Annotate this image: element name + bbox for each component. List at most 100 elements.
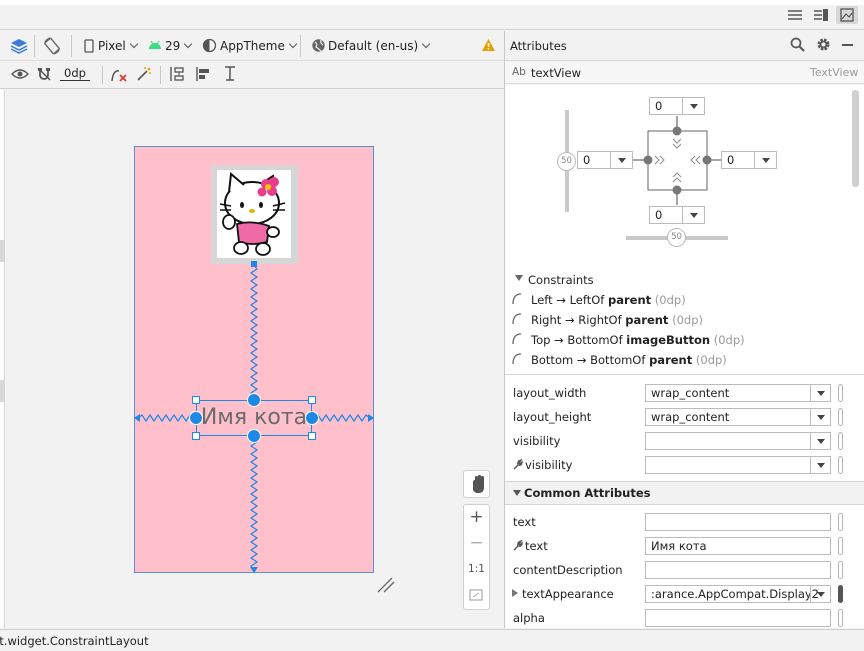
bottom-constraint-spring — [249, 437, 259, 571]
chevron-down-icon[interactable] — [610, 152, 632, 168]
resource-picker-button[interactable] — [838, 384, 843, 402]
tools-visibility-combo[interactable] — [645, 456, 831, 474]
gear-icon[interactable] — [816, 37, 831, 52]
zoom-in-button[interactable]: + — [463, 507, 490, 527]
theme-selector[interactable]: AppTheme — [220, 39, 298, 53]
design-view-icon[interactable] — [836, 6, 858, 24]
text-field[interactable] — [645, 513, 831, 531]
top-margin-value: 0 — [655, 99, 663, 113]
left-margin-value: 0 — [583, 153, 591, 167]
chevron-down-icon[interactable] — [682, 98, 704, 114]
constraint-icon — [512, 293, 522, 305]
resource-picker-button[interactable] — [838, 432, 843, 450]
resource-picker-button[interactable] — [838, 456, 843, 474]
common-attributes-collapse-icon[interactable] — [513, 490, 521, 496]
resource-picker-button[interactable] — [838, 513, 843, 531]
constraint-text: Bottom → BottomOf — [531, 353, 650, 367]
resource-picker-button[interactable] — [838, 537, 843, 555]
orientation-icon[interactable] — [42, 36, 62, 56]
device-selector[interactable]: Pixel — [98, 39, 139, 53]
text-appearance-combo[interactable]: :arance.AppCompat.Display2 — [645, 585, 831, 603]
component-type-icon: Ab — [512, 66, 526, 78]
horizontal-bias-knob[interactable]: 50 — [667, 228, 686, 247]
zoom-reset-button[interactable]: 1:1 — [463, 563, 490, 575]
clear-constraints-icon[interactable] — [110, 67, 128, 83]
toolbar-divider — [71, 35, 72, 57]
chevron-down-icon[interactable] — [682, 207, 704, 223]
search-icon[interactable] — [790, 37, 805, 52]
constraint-target: imageButton — [626, 333, 711, 347]
constraint-target: parent — [607, 293, 652, 307]
canvas-resize-grip-icon[interactable] — [376, 576, 396, 594]
vertical-bias-value: 50 — [561, 156, 572, 166]
anchor-left[interactable] — [189, 411, 203, 425]
minimize-icon[interactable] — [842, 44, 853, 46]
resize-handle-top-left[interactable] — [192, 396, 200, 404]
default-margin-field[interactable]: 0dp — [60, 66, 90, 81]
infer-constraints-icon[interactable] — [136, 66, 152, 82]
view-options-eye-icon[interactable] — [11, 68, 29, 80]
constraint-target: parent — [649, 353, 693, 367]
resize-handle-bottom-left[interactable] — [192, 432, 200, 440]
guidelines-icon[interactable] — [222, 66, 238, 82]
attributes-title: Attributes — [510, 39, 567, 53]
pan-button[interactable] — [463, 470, 490, 498]
attr-row-text-appearance: textAppearance :arance.AppCompat.Display… — [505, 582, 864, 606]
component-tree-path[interactable]: ut.widget.ConstraintLayout — [0, 634, 149, 648]
chevron-down-icon[interactable] — [810, 385, 830, 401]
visibility-combo[interactable] — [645, 432, 831, 450]
anchor-top[interactable] — [247, 393, 261, 407]
locale-selector[interactable]: Default (en-us) — [328, 39, 431, 53]
zoom-out-button[interactable]: − — [463, 533, 490, 553]
resource-picker-button[interactable] — [838, 585, 843, 603]
autoconnect-off-icon[interactable] — [36, 66, 52, 82]
right-margin-field[interactable]: 0 — [721, 151, 777, 169]
warning-icon[interactable] — [481, 38, 496, 52]
expand-icon[interactable] — [512, 589, 518, 597]
chevron-down-icon[interactable] — [810, 433, 830, 449]
layers-icon[interactable] — [10, 37, 28, 55]
align-icon[interactable] — [195, 66, 211, 82]
resource-picker-button[interactable] — [838, 561, 843, 579]
api-level-label: 29 — [165, 39, 181, 53]
left-constraint-arrow — [134, 414, 140, 422]
left-constraint-spring — [137, 413, 195, 423]
pack-icon[interactable] — [169, 66, 185, 82]
top-margin-field[interactable]: 0 — [649, 97, 705, 115]
constraint-icon — [512, 313, 522, 325]
resize-handle-top-right[interactable] — [308, 396, 316, 404]
globe-icon — [311, 38, 326, 53]
chevron-down-icon[interactable] — [810, 457, 830, 473]
content-description-field[interactable] — [645, 561, 831, 579]
vertical-bias-knob[interactable]: 50 — [557, 152, 576, 171]
tools-text-field[interactable]: Имя кота — [645, 537, 831, 555]
api-level-selector[interactable]: 29 — [165, 39, 193, 53]
split-view-icon[interactable] — [814, 9, 828, 21]
bottom-margin-field[interactable]: 0 — [649, 206, 705, 224]
anchor-right[interactable] — [305, 411, 319, 425]
resize-handle-bottom-right[interactable] — [308, 432, 316, 440]
constraint-item[interactable]: Left → LeftOf parent (0dp) — [531, 293, 686, 307]
chevron-down-icon[interactable] — [810, 409, 830, 425]
anchor-bottom[interactable] — [247, 429, 261, 443]
zoom-to-fit-icon[interactable] — [469, 589, 483, 601]
layout-width-combo[interactable]: wrap_content — [645, 384, 831, 402]
layout-height-combo[interactable]: wrap_content — [645, 408, 831, 426]
left-margin-field[interactable]: 0 — [577, 151, 633, 169]
constraint-text: Left → LeftOf — [531, 293, 608, 307]
constraint-item[interactable]: Top → BottomOf imageButton (0dp) — [531, 333, 745, 347]
chevron-down-icon[interactable] — [810, 586, 830, 602]
constraints-collapse-icon[interactable] — [515, 275, 523, 281]
hello-kitty-image — [219, 172, 286, 256]
code-view-icon[interactable] — [788, 9, 802, 21]
hand-icon — [473, 475, 484, 493]
constraint-item[interactable]: Right → RightOf parent (0dp) — [531, 313, 703, 327]
chevron-down-icon[interactable] — [754, 152, 776, 168]
bottom-margin-value: 0 — [655, 208, 663, 222]
attr-row-alpha: alpha — [505, 606, 864, 630]
attributes-scrollbar[interactable] — [852, 90, 859, 187]
alpha-field[interactable] — [645, 609, 831, 627]
resource-picker-button[interactable] — [838, 408, 843, 426]
resource-picker-button[interactable] — [838, 609, 843, 627]
constraint-item[interactable]: Bottom → BottomOf parent (0dp) — [531, 353, 727, 367]
